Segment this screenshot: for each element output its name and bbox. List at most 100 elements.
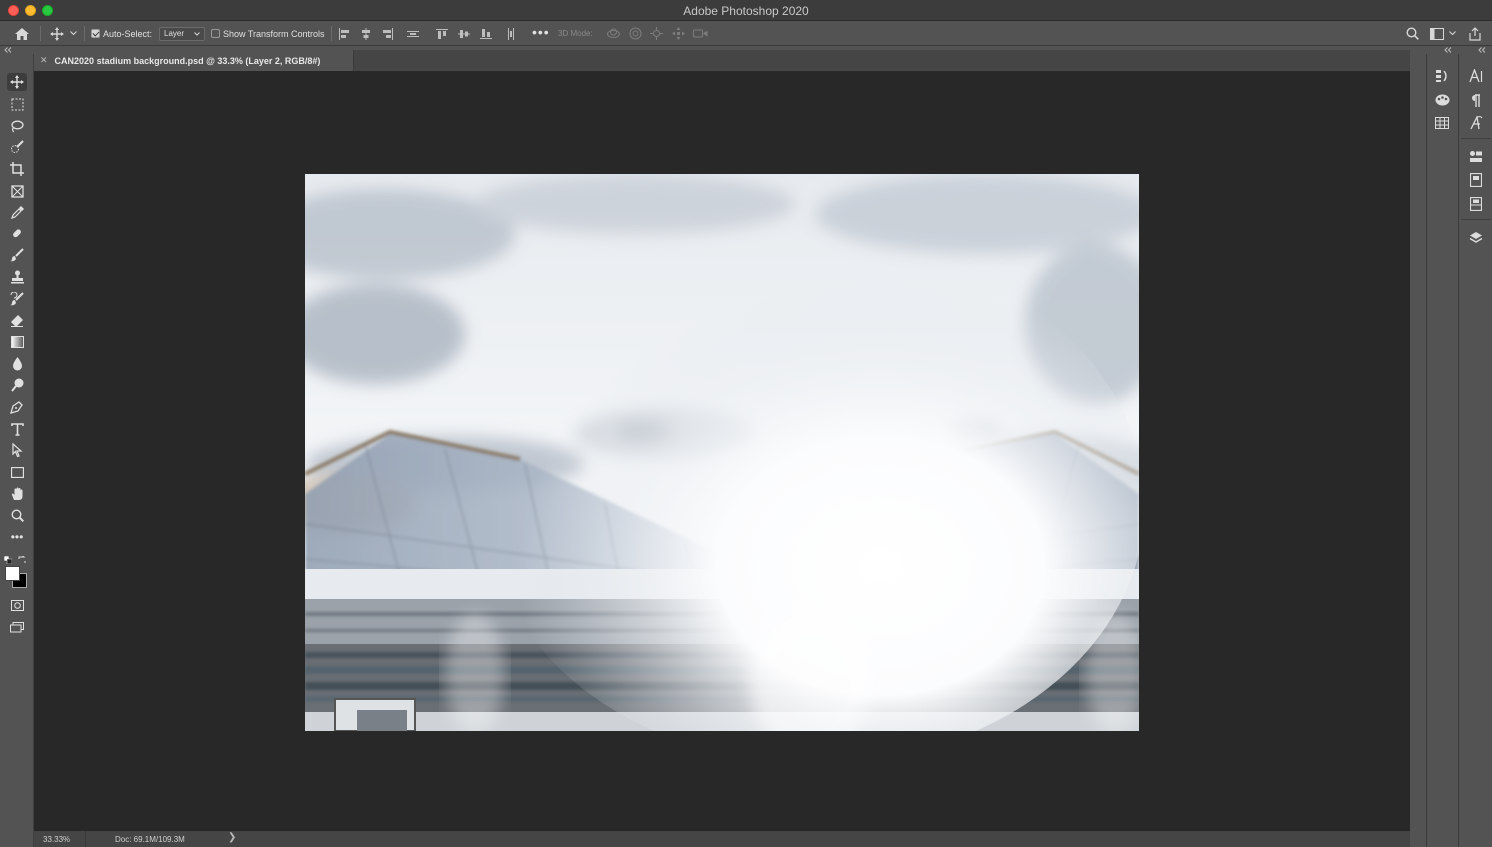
- 3d-slide-button[interactable]: [672, 26, 685, 41]
- book-icon: [1470, 173, 1482, 187]
- layers-icon: [1469, 232, 1483, 243]
- type-tool[interactable]: [7, 420, 27, 438]
- move-tool[interactable]: [7, 73, 27, 91]
- auto-select-check[interactable]: [91, 29, 100, 38]
- stadium-artwork: [305, 174, 1139, 731]
- close-tab-icon[interactable]: ✕: [40, 55, 48, 66]
- edit-toolbar-button[interactable]: •••: [7, 528, 27, 546]
- document-tab[interactable]: ✕ CAN2020 stadium background.psd @ 33.3%…: [34, 50, 354, 71]
- document-size-info: Doc: 69.1M/109.3M: [115, 834, 185, 844]
- canvas-workspace[interactable]: [34, 71, 1410, 831]
- blur-tool[interactable]: [7, 355, 27, 373]
- rectangle-icon: [10, 466, 24, 478]
- share-button[interactable]: [1468, 26, 1482, 41]
- 3d-pan-icon: [650, 27, 663, 40]
- history-panel-button[interactable]: [1433, 67, 1451, 85]
- history-brush-tool[interactable]: [7, 290, 27, 308]
- frame-icon: [10, 184, 24, 198]
- gradient-icon: [10, 336, 24, 348]
- dodge-icon: [10, 378, 23, 392]
- quick-mask-button[interactable]: [7, 596, 27, 614]
- align-right-edges-button[interactable]: [382, 26, 394, 41]
- crop-tool[interactable]: [7, 160, 27, 178]
- title-bar: Adobe Photoshop 2020: [0, 0, 1492, 21]
- rectangular-marquee-tool[interactable]: [7, 95, 27, 113]
- panel-dock-left: [1426, 54, 1458, 847]
- distribute-button[interactable]: [407, 26, 419, 41]
- show-transform-check[interactable]: [211, 29, 220, 38]
- color-panel-button[interactable]: [1433, 91, 1451, 109]
- workspace-icon: [1430, 27, 1444, 40]
- swatches-panel-button[interactable]: [1433, 114, 1451, 132]
- align-top-edges-button[interactable]: [436, 26, 448, 41]
- align-horizontal-centers-button[interactable]: [360, 26, 372, 41]
- frame-tool[interactable]: [7, 182, 27, 200]
- auto-select-checkbox[interactable]: Auto-Select:: [91, 26, 152, 41]
- zoom-level[interactable]: 33.33%: [34, 831, 86, 847]
- move-icon: [10, 75, 24, 89]
- path-selection-tool[interactable]: [7, 441, 27, 459]
- home-button[interactable]: [14, 26, 30, 41]
- document-tab-bar: ✕ CAN2020 stadium background.psd @ 33.3%…: [34, 50, 1410, 71]
- palette-icon: [1435, 94, 1449, 106]
- foreground-color-swatch[interactable]: [5, 566, 20, 581]
- document-canvas-image[interactable]: [305, 174, 1139, 731]
- pen-tool[interactable]: [7, 398, 27, 416]
- dodge-tool[interactable]: [7, 376, 27, 394]
- spot-healing-brush-tool[interactable]: [7, 225, 27, 243]
- layers-panel-button[interactable]: [1467, 229, 1485, 247]
- chevron-down-icon: [70, 31, 77, 36]
- more-options-button[interactable]: •••: [532, 24, 550, 40]
- lasso-tool[interactable]: [7, 117, 27, 135]
- default-colors-icon: [3, 555, 13, 565]
- brush-icon: [10, 248, 24, 262]
- options-bar: Auto-Select: Layer Show Transform Contro…: [0, 21, 1492, 46]
- distribute-vertical-button[interactable]: [505, 26, 517, 41]
- 3d-orbit-button[interactable]: [606, 26, 621, 41]
- quick-selection-icon: [11, 140, 24, 153]
- quick-mask-icon: [10, 599, 24, 611]
- brush-tool[interactable]: [7, 246, 27, 264]
- swap-colors-button[interactable]: [18, 551, 26, 563]
- move-tool-preset-picker[interactable]: [50, 26, 77, 41]
- align-middle-icon: [458, 29, 470, 38]
- show-transform-controls-checkbox[interactable]: Show Transform Controls: [211, 26, 325, 41]
- libraries-panel-button[interactable]: [1467, 195, 1485, 213]
- align-right-icon: [383, 27, 393, 40]
- status-more-button[interactable]: ❯: [228, 832, 236, 843]
- align-left-edges-button[interactable]: [338, 26, 350, 41]
- history-brush-icon: [10, 292, 24, 306]
- workspace-switcher-button[interactable]: [1430, 26, 1456, 41]
- eraser-tool[interactable]: [7, 311, 27, 329]
- clone-stamp-tool[interactable]: [7, 268, 27, 286]
- 3d-roll-button[interactable]: [629, 26, 642, 41]
- 3d-scale-button[interactable]: [693, 26, 708, 41]
- align-vertical-centers-button[interactable]: [458, 26, 470, 41]
- zoom-tool[interactable]: [7, 506, 27, 524]
- 3d-pan-button[interactable]: [650, 26, 663, 41]
- character-panel-button[interactable]: [1467, 67, 1485, 85]
- adjustments-panel-button[interactable]: [1467, 171, 1485, 189]
- align-center-icon: [362, 27, 370, 40]
- document-tab-label: CAN2020 stadium background.psd @ 33.3% (…: [54, 55, 321, 66]
- default-colors-button[interactable]: [3, 551, 13, 565]
- align-bottom-edges-button[interactable]: [480, 26, 492, 41]
- auto-select-target-dropdown[interactable]: Layer: [159, 26, 206, 41]
- rectangle-tool[interactable]: [7, 463, 27, 481]
- screen-mode-button[interactable]: [7, 618, 27, 636]
- glyphs-panel-button[interactable]: [1467, 114, 1485, 132]
- zoom-icon: [10, 508, 24, 522]
- eyedropper-tool[interactable]: [7, 203, 27, 221]
- gradient-tool[interactable]: [7, 333, 27, 351]
- hand-tool[interactable]: [7, 485, 27, 503]
- properties-panel-button[interactable]: [1467, 147, 1485, 165]
- 3d-roll-icon: [629, 27, 642, 40]
- home-icon: [15, 27, 29, 40]
- paragraph-panel-button[interactable]: [1467, 91, 1485, 109]
- search-button[interactable]: [1406, 26, 1419, 41]
- share-icon: [1469, 26, 1481, 41]
- pilcrow-icon: [1472, 93, 1480, 107]
- quick-selection-tool[interactable]: [7, 138, 27, 156]
- video-camera-icon: [693, 29, 708, 38]
- align-bottom-icon: [480, 28, 492, 39]
